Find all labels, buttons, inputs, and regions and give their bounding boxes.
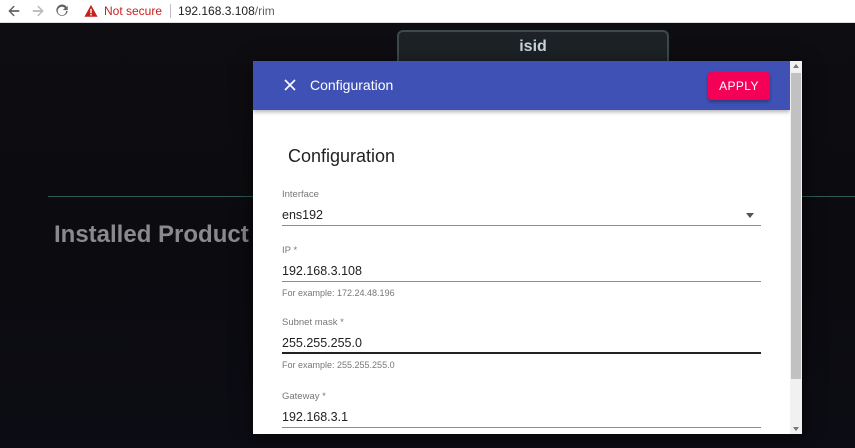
isid-tab[interactable]: isid xyxy=(397,30,669,62)
url-field[interactable]: 192.168.3.108/rim xyxy=(178,4,275,18)
back-button[interactable] xyxy=(4,1,24,21)
dialog-header: Configuration APPLY xyxy=(253,61,790,110)
installed-products-title: Installed Product xyxy=(54,221,249,248)
scroll-thumb[interactable] xyxy=(791,73,801,379)
ip-input[interactable]: 192.168.3.108 xyxy=(282,257,761,282)
url-host: 192.168.3.108 xyxy=(178,4,255,18)
scroll-up-arrow[interactable] xyxy=(793,64,799,68)
forward-button[interactable] xyxy=(28,1,48,21)
browser-address-bar: Not secure 192.168.3.108/rim xyxy=(0,0,855,23)
chevron-down-icon[interactable] xyxy=(746,213,754,218)
interface-value[interactable]: ens192 xyxy=(282,201,761,226)
scroll-down-arrow[interactable] xyxy=(793,427,799,431)
forward-arrow-icon xyxy=(32,5,44,17)
subnet-mask-helper-text: For example: 255.255.255.0 xyxy=(282,360,395,370)
back-arrow-icon xyxy=(8,5,20,17)
subnet-mask-label: Subnet mask * xyxy=(282,317,344,328)
form-heading: Configuration xyxy=(288,146,396,166)
address-separator xyxy=(170,4,172,18)
close-icon xyxy=(284,79,296,91)
warning-icon xyxy=(84,4,98,17)
close-button[interactable] xyxy=(283,78,297,92)
dialog-title: Configuration xyxy=(310,77,394,93)
reload-icon xyxy=(56,4,68,16)
reload-button[interactable] xyxy=(52,1,72,21)
interface-label: Interface xyxy=(282,189,319,200)
apply-button[interactable]: APPLY xyxy=(708,72,770,100)
gateway-field[interactable]: Gateway * 192.168.3.1 xyxy=(282,391,761,428)
not-secure-label: Not secure xyxy=(104,4,163,18)
ip-field[interactable]: IP * 192.168.3.108 For example: 172.24.4… xyxy=(282,245,761,298)
url-path: /rim xyxy=(254,4,275,18)
dialog-scrollbar[interactable] xyxy=(790,61,802,434)
subnet-mask-input[interactable]: 255.255.255.0 xyxy=(282,329,761,354)
gateway-label: Gateway * xyxy=(282,391,326,402)
security-indicator[interactable]: Not secure xyxy=(84,4,162,18)
ip-helper-text: For example: 172.24.48.196 xyxy=(282,288,395,298)
subnet-mask-field[interactable]: Subnet mask * 255.255.255.0 For example:… xyxy=(282,317,761,370)
configuration-dialog: Configuration APPLY Configuration Interf… xyxy=(253,61,802,434)
interface-select[interactable]: Interface ens192 xyxy=(282,189,761,226)
gateway-input[interactable]: 192.168.3.1 xyxy=(282,403,761,428)
interface-selected: ens192 xyxy=(282,208,324,222)
ip-label: IP * xyxy=(282,245,298,256)
